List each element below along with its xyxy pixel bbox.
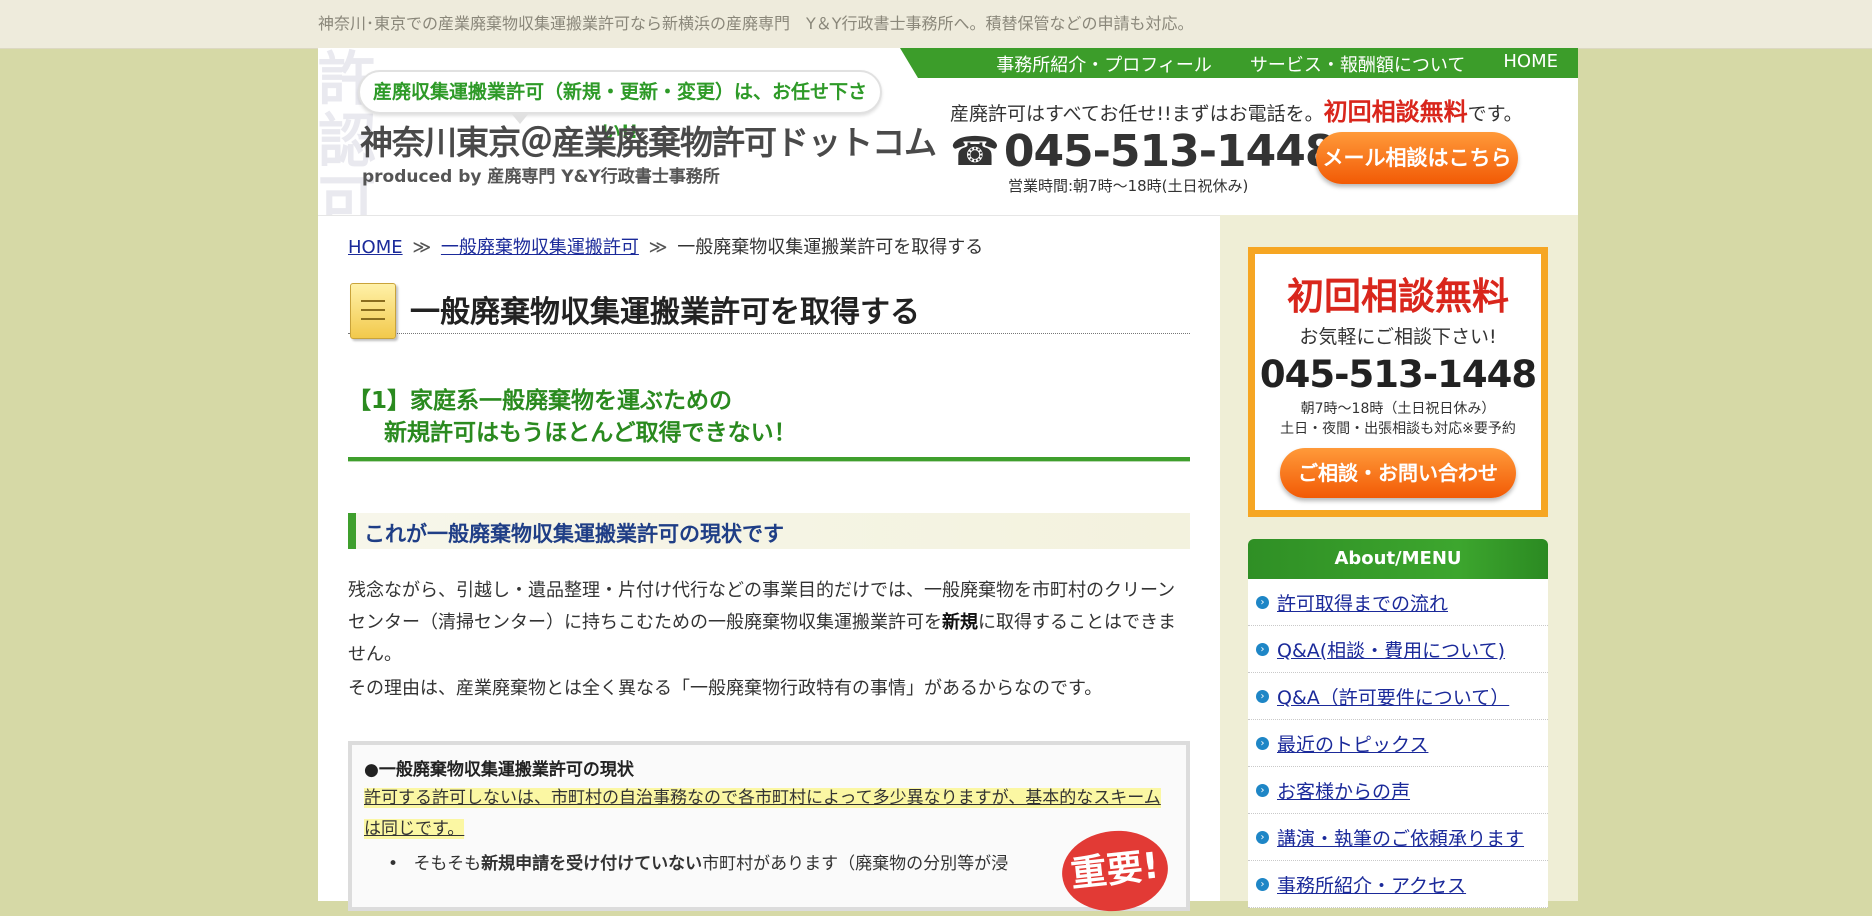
page-title: 一般廃棄物収集運搬業許可を取得する	[410, 295, 920, 330]
arrow-right-icon: ›	[1256, 783, 1269, 797]
consult-note: 土日・夜間・出張相談も対応※要予約	[1280, 421, 1516, 437]
free-consult-box: 初回相談無料 お気軽にご相談下さい! 045-513-1448 朝7時～18時（…	[1248, 247, 1548, 517]
menu-header: About/MENU	[1248, 539, 1548, 579]
sidebar-item-lectures[interactable]: › 講演・執筆のご依頼承ります	[1248, 814, 1548, 861]
sidebar-item-label[interactable]: 許可取得までの流れ	[1277, 589, 1448, 616]
nav-services-link[interactable]: サービス・報酬額について	[1250, 51, 1465, 77]
site-produced-by: produced by 産廃専門 Y&Y行政書士事務所	[362, 167, 720, 187]
sidebar-item-label[interactable]: 事務所紹介・アクセス	[1277, 871, 1466, 898]
site-header: 許認可 産廃収集運搬業許可（新規・更新・変更）は、お任せ下さい!! 神奈川東京＠…	[318, 48, 1578, 216]
nav-home-link[interactable]: HOME	[1503, 51, 1558, 77]
status-box-bullet: そもそも新規申請を受け付けていない市町村があります（廃棄物の分別等が浸	[388, 849, 1008, 874]
status-box: ●一般廃棄物収集運搬業許可の現状 許可する許可しないは、市町村の自治事務なので各…	[348, 741, 1190, 916]
breadcrumb-home-link[interactable]: HOME	[348, 237, 403, 258]
paragraph-1-bold: 新規	[942, 612, 978, 633]
nav-profile-link[interactable]: 事務所紹介・プロフィール	[996, 51, 1212, 77]
consult-phone-number[interactable]: 045-513-1448	[1255, 353, 1541, 396]
sidebar-item-label[interactable]: Q&A（許可要件について）	[1277, 683, 1509, 710]
sidebar-item-flow[interactable]: › 許可取得までの流れ	[1248, 579, 1548, 626]
consult-hours: 朝7時～18時（土日祝日休み）	[1300, 401, 1496, 417]
sidebar: 初回相談無料 お気軽にご相談下さい! 045-513-1448 朝7時～18時（…	[1220, 215, 1578, 908]
section1-line1: 【1】家庭系一般廃棄物を運ぶための	[348, 388, 733, 414]
section2-title: これが一般廃棄物収集運搬業許可の現状です	[364, 522, 784, 546]
document-icon	[350, 283, 396, 339]
paragraph-2: その理由は、産業廃棄物とは全く異なる「一般廃棄物行政特有の事情」があるからなので…	[348, 678, 1103, 699]
breadcrumb-separator: ≫	[412, 237, 432, 258]
site-logo-title[interactable]: 神奈川東京＠産業廃棄物許可ドットコム	[360, 116, 937, 164]
header-hours: 営業時間:朝7時～18時(土日祝休み)	[1008, 177, 1249, 195]
arrow-right-icon: ›	[1256, 689, 1269, 703]
main-content: HOME ≫ 一般廃棄物収集運搬許可 ≫ 一般廃棄物収集運搬業許可を取得する 一…	[318, 215, 1220, 916]
breadcrumb-separator: ≫	[648, 237, 668, 258]
status-box-title: ●一般廃棄物収集運搬業許可の現状	[364, 760, 634, 780]
sidebar-menu: › 許可取得までの流れ › Q&A(相談・費用について) › Q&A（許可要件に…	[1248, 579, 1548, 908]
header-lead: 産廃許可はすべてお任せ!!まずはお電話を。初回相談無料です。	[950, 92, 1523, 127]
header-lead-highlight: 初回相談無料	[1323, 98, 1468, 126]
top-info-text: 神奈川･東京での産業廃棄物収集運搬業許可なら新横浜の産廃専門 Y＆Y行政書士事務…	[318, 14, 1194, 33]
arrow-right-icon: ›	[1256, 877, 1269, 891]
tagline-bubble: 産廃収集運搬業許可（新規・更新・変更）は、お任せ下さい!!	[358, 70, 882, 143]
breadcrumb-parent-link[interactable]: 一般廃棄物収集運搬許可	[441, 237, 639, 258]
sidebar-item-topics[interactable]: › 最近のトピックス	[1248, 720, 1548, 767]
breadcrumb-current: 一般廃棄物収集運搬業許可を取得する	[677, 237, 984, 258]
header-phone-number[interactable]: 045-513-1448	[1004, 126, 1336, 177]
sidebar-item-label[interactable]: お客様からの声	[1277, 777, 1410, 804]
bullet-text-b: 市町村があります（廃棄物の分別等が浸	[702, 854, 1009, 874]
section2-heading: これが一般廃棄物収集運搬業許可の現状です	[348, 513, 1190, 549]
mail-consult-button[interactable]: メール相談はこちら	[1316, 132, 1518, 184]
sidebar-item-qa-fees[interactable]: › Q&A(相談・費用について)	[1248, 626, 1548, 673]
arrow-right-icon: ›	[1256, 830, 1269, 844]
sidebar-item-label[interactable]: Q&A(相談・費用について)	[1277, 636, 1505, 663]
top-nav: 事務所紹介・プロフィール サービス・報酬額について HOME	[900, 48, 1578, 78]
page-title-row: 一般廃棄物収集運搬業許可を取得する	[348, 283, 1190, 339]
section1-line2: 新規許可はもうほとんど取得できない！	[384, 420, 797, 446]
sidebar-item-qa-requirements[interactable]: › Q&A（許可要件について）	[1248, 673, 1548, 720]
page-wrapper: 許認可 産廃収集運搬業許可（新規・更新・変更）は、お任せ下さい!! 神奈川東京＠…	[318, 48, 1578, 916]
top-info-bar: 神奈川･東京での産業廃棄物収集運搬業許可なら新横浜の産廃専門 Y＆Y行政書士事務…	[0, 0, 1872, 49]
status-box-highlight: 許可する許可しないは、市町村の自治事務なので各市町村によって多少異なりますが、基…	[364, 783, 1174, 845]
header-lead-prefix: 産廃許可はすべてお任せ!!まずはお電話を。	[950, 103, 1324, 125]
header-phone: ☎ 045-513-1448	[950, 126, 1336, 177]
contact-button[interactable]: ご相談・お問い合わせ	[1280, 448, 1516, 498]
sidebar-item-label[interactable]: 最近のトピックス	[1277, 730, 1428, 757]
arrow-right-icon: ›	[1256, 736, 1269, 750]
arrow-right-icon: ›	[1256, 642, 1269, 656]
bullet-bold: 新規申請を受け付けていない	[481, 854, 703, 874]
sidebar-item-testimonials[interactable]: › お客様からの声	[1248, 767, 1548, 814]
header-lead-suffix: です。	[1467, 103, 1523, 125]
arrow-right-icon: ›	[1256, 595, 1269, 609]
bullet-text-a: そもそも	[413, 854, 482, 874]
status-box-highlight-text: 許可する許可しないは、市町村の自治事務なので各市町村によって多少異なりますが、基…	[364, 788, 1161, 839]
sidebar-item-label[interactable]: 講演・執筆のご依頼承ります	[1277, 824, 1524, 851]
phone-icon: ☎	[950, 128, 1000, 175]
breadcrumb: HOME ≫ 一般廃棄物収集運搬許可 ≫ 一般廃棄物収集運搬業許可を取得する	[348, 233, 983, 259]
paragraph-1: 残念ながら、引越し・遺品整理・片付け代行などの事業目的だけでは、一般廃棄物を市町…	[348, 575, 1190, 671]
section1-divider	[348, 457, 1190, 462]
consult-free-title: 初回相談無料	[1287, 275, 1509, 318]
consult-subtitle: お気軽にご相談下さい!	[1299, 326, 1497, 348]
section1-heading: 【1】家庭系一般廃棄物を運ぶための 新規許可はもうほとんど取得できない！	[348, 385, 1190, 449]
